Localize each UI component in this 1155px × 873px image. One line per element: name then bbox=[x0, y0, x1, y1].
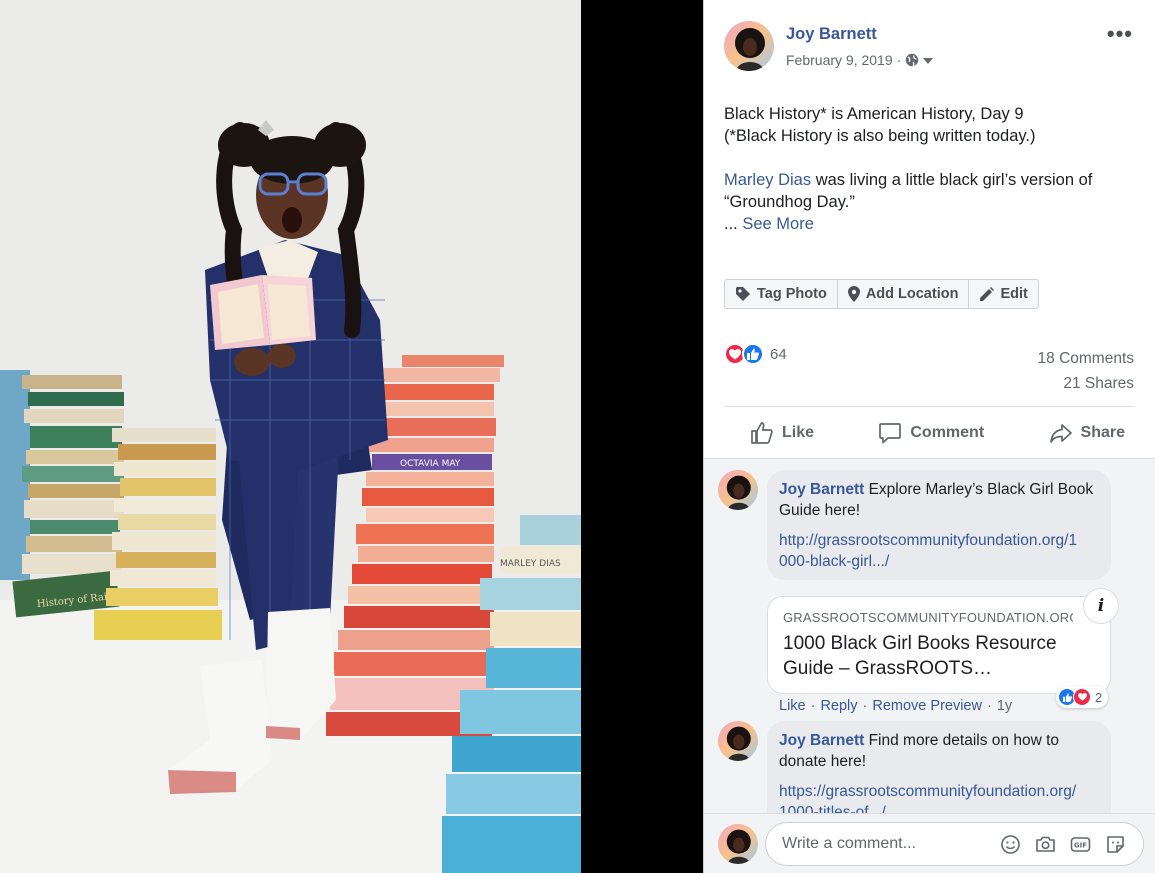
separator: · bbox=[986, 698, 992, 714]
add-location-button[interactable]: Add Location bbox=[838, 280, 970, 308]
share-button[interactable]: Share bbox=[1049, 416, 1125, 450]
separator: · bbox=[810, 698, 816, 714]
info-icon[interactable]: i bbox=[1083, 588, 1119, 624]
post-header: Joy Barnett February 9, 2019 · ••• bbox=[724, 21, 1155, 73]
comment-reactions[interactable]: 2 bbox=[1056, 686, 1109, 708]
author-avatar[interactable] bbox=[724, 21, 774, 71]
comment-input-tools: GIF bbox=[1000, 834, 1126, 855]
shares-count[interactable]: 21 Shares bbox=[1038, 371, 1134, 396]
remove-preview-link[interactable]: Remove Preview bbox=[872, 698, 982, 714]
location-pin-icon bbox=[847, 286, 860, 302]
comment-like-link[interactable]: Like bbox=[779, 698, 806, 714]
camera-icon[interactable] bbox=[1035, 834, 1056, 855]
meta-separator: · bbox=[896, 52, 902, 68]
comment-bubble: Joy Barnett Explore Marley’s Black Girl … bbox=[767, 470, 1111, 580]
comment: Joy Barnett Find more details on how to … bbox=[718, 721, 1155, 813]
engagement-counts: 18 Comments 21 Shares bbox=[1038, 346, 1134, 396]
svg-text:OCTAVIA MAY: OCTAVIA MAY bbox=[400, 459, 461, 469]
link-preview-card[interactable]: GRASSROOTSCOMMUNITYFOUNDATION.ORG 1000 B… bbox=[767, 596, 1111, 694]
svg-text:MARLEY DIAS: MARLEY DIAS bbox=[500, 559, 561, 569]
emoji-icon[interactable] bbox=[1000, 834, 1021, 855]
post-author[interactable]: Joy Barnett bbox=[786, 25, 877, 44]
sticker-icon[interactable] bbox=[1105, 834, 1126, 855]
preview-title-line: 1000 Black Girl Books Resource bbox=[783, 633, 1057, 654]
comment-reaction-count: 2 bbox=[1095, 689, 1103, 705]
photo-toolbar: Tag Photo Add Location Edit bbox=[724, 279, 1039, 309]
comment-label: Comment bbox=[910, 424, 985, 441]
tag-photo-label: Tag Photo bbox=[757, 286, 827, 302]
reaction-count[interactable]: 64 bbox=[770, 346, 787, 363]
comment-link[interactable]: http://grassrootscommunityfoundation.org… bbox=[779, 531, 1099, 572]
comment-author[interactable]: Joy Barnett bbox=[779, 481, 864, 498]
tag-icon bbox=[735, 286, 751, 302]
post-text-fragment: was living a little black girl’s version… bbox=[811, 171, 1093, 189]
post-text-line: ... See More bbox=[724, 213, 1139, 235]
edit-label: Edit bbox=[1000, 286, 1028, 302]
comment-link[interactable]: https://grassrootscommunityfoundation.or… bbox=[779, 782, 1099, 813]
chevron-down-icon[interactable] bbox=[923, 52, 934, 68]
comment-icon bbox=[878, 421, 902, 445]
comment-actions: Like · Reply · Remove Preview · 1y bbox=[779, 698, 1012, 714]
share-label: Share bbox=[1080, 424, 1125, 441]
current-user-avatar bbox=[718, 824, 758, 864]
more-options-icon[interactable]: ••• bbox=[1107, 23, 1133, 45]
preview-title-line: Guide – GrassROOTS… bbox=[783, 658, 993, 679]
post-text-line: “Groundhog Day.” bbox=[724, 193, 855, 211]
share-icon bbox=[1049, 421, 1073, 445]
thumbs-up-icon bbox=[750, 421, 774, 445]
preview-domain: GRASSROOTSCOMMUNITYFOUNDATION.ORG bbox=[783, 610, 1073, 625]
comment-time[interactable]: 1y bbox=[997, 698, 1012, 714]
preview-title: 1000 Black Girl Books Resource Guide – Gr… bbox=[783, 631, 1095, 681]
love-reaction-icon bbox=[1073, 688, 1091, 706]
reactions-summary[interactable]: 64 bbox=[724, 343, 787, 365]
edit-button[interactable]: Edit bbox=[969, 280, 1037, 308]
tag-photo-button[interactable]: Tag Photo bbox=[725, 280, 838, 308]
photo-illustration: History of Railways OCTAVIA MAY MARLEY D… bbox=[0, 0, 581, 873]
separator: · bbox=[862, 698, 868, 714]
post-text-line: Black History* is American History, Day … bbox=[724, 105, 1024, 123]
see-more-link[interactable]: See More bbox=[742, 215, 814, 233]
commenter-avatar[interactable] bbox=[718, 470, 758, 510]
gif-icon[interactable]: GIF bbox=[1070, 834, 1091, 855]
comment-link-line: 1000-titles-of.../ bbox=[779, 803, 886, 814]
post-text: Black History* is American History, Day … bbox=[724, 103, 1139, 235]
write-comment-bar: Write a comment... GIF bbox=[704, 813, 1155, 873]
comments-count[interactable]: 18 Comments bbox=[1038, 346, 1134, 371]
like-label: Like bbox=[782, 424, 815, 441]
mention-link[interactable]: Marley Dias bbox=[724, 171, 811, 189]
add-location-label: Add Location bbox=[865, 286, 959, 302]
comment-button[interactable]: Comment bbox=[878, 416, 984, 450]
post-photo[interactable]: History of Railways OCTAVIA MAY MARLEY D… bbox=[0, 0, 581, 873]
comment-link-line: 000-black-girl.../ bbox=[779, 552, 890, 570]
like-reaction-icon bbox=[742, 343, 764, 365]
comment-author[interactable]: Joy Barnett bbox=[779, 732, 864, 749]
comment: Joy Barnett Explore Marley’s Black Girl … bbox=[718, 470, 1155, 720]
post-date[interactable]: February 9, 2019 bbox=[786, 52, 893, 68]
comment-reply-link[interactable]: Reply bbox=[820, 698, 857, 714]
divider bbox=[724, 406, 1135, 407]
post-text-line: (*Black History is also being written to… bbox=[724, 127, 1036, 145]
pencil-icon bbox=[979, 286, 995, 302]
comment-link-line: https://grassrootscommunityfoundation.or… bbox=[779, 783, 1077, 800]
comments-list[interactable]: Joy Barnett Explore Marley’s Black Girl … bbox=[704, 458, 1155, 813]
globe-icon[interactable] bbox=[905, 53, 919, 67]
comment-link-line: http://grassrootscommunityfoundation.org… bbox=[779, 532, 1078, 549]
post-side-panel: Joy Barnett February 9, 2019 · ••• Black… bbox=[703, 0, 1155, 873]
svg-text:GIF: GIF bbox=[1074, 842, 1087, 850]
like-button[interactable]: Like bbox=[750, 416, 814, 450]
post-text-line: Marley Dias was living a little black gi… bbox=[724, 169, 1139, 191]
ellipsis: ... bbox=[724, 215, 743, 233]
comment-input-placeholder: Write a comment... bbox=[782, 835, 916, 852]
comment-bubble: Joy Barnett Find more details on how to … bbox=[767, 721, 1111, 813]
commenter-avatar[interactable] bbox=[718, 721, 758, 761]
post-actions: Like Comment Share bbox=[724, 416, 1135, 450]
post-meta: February 9, 2019 · bbox=[786, 52, 934, 68]
